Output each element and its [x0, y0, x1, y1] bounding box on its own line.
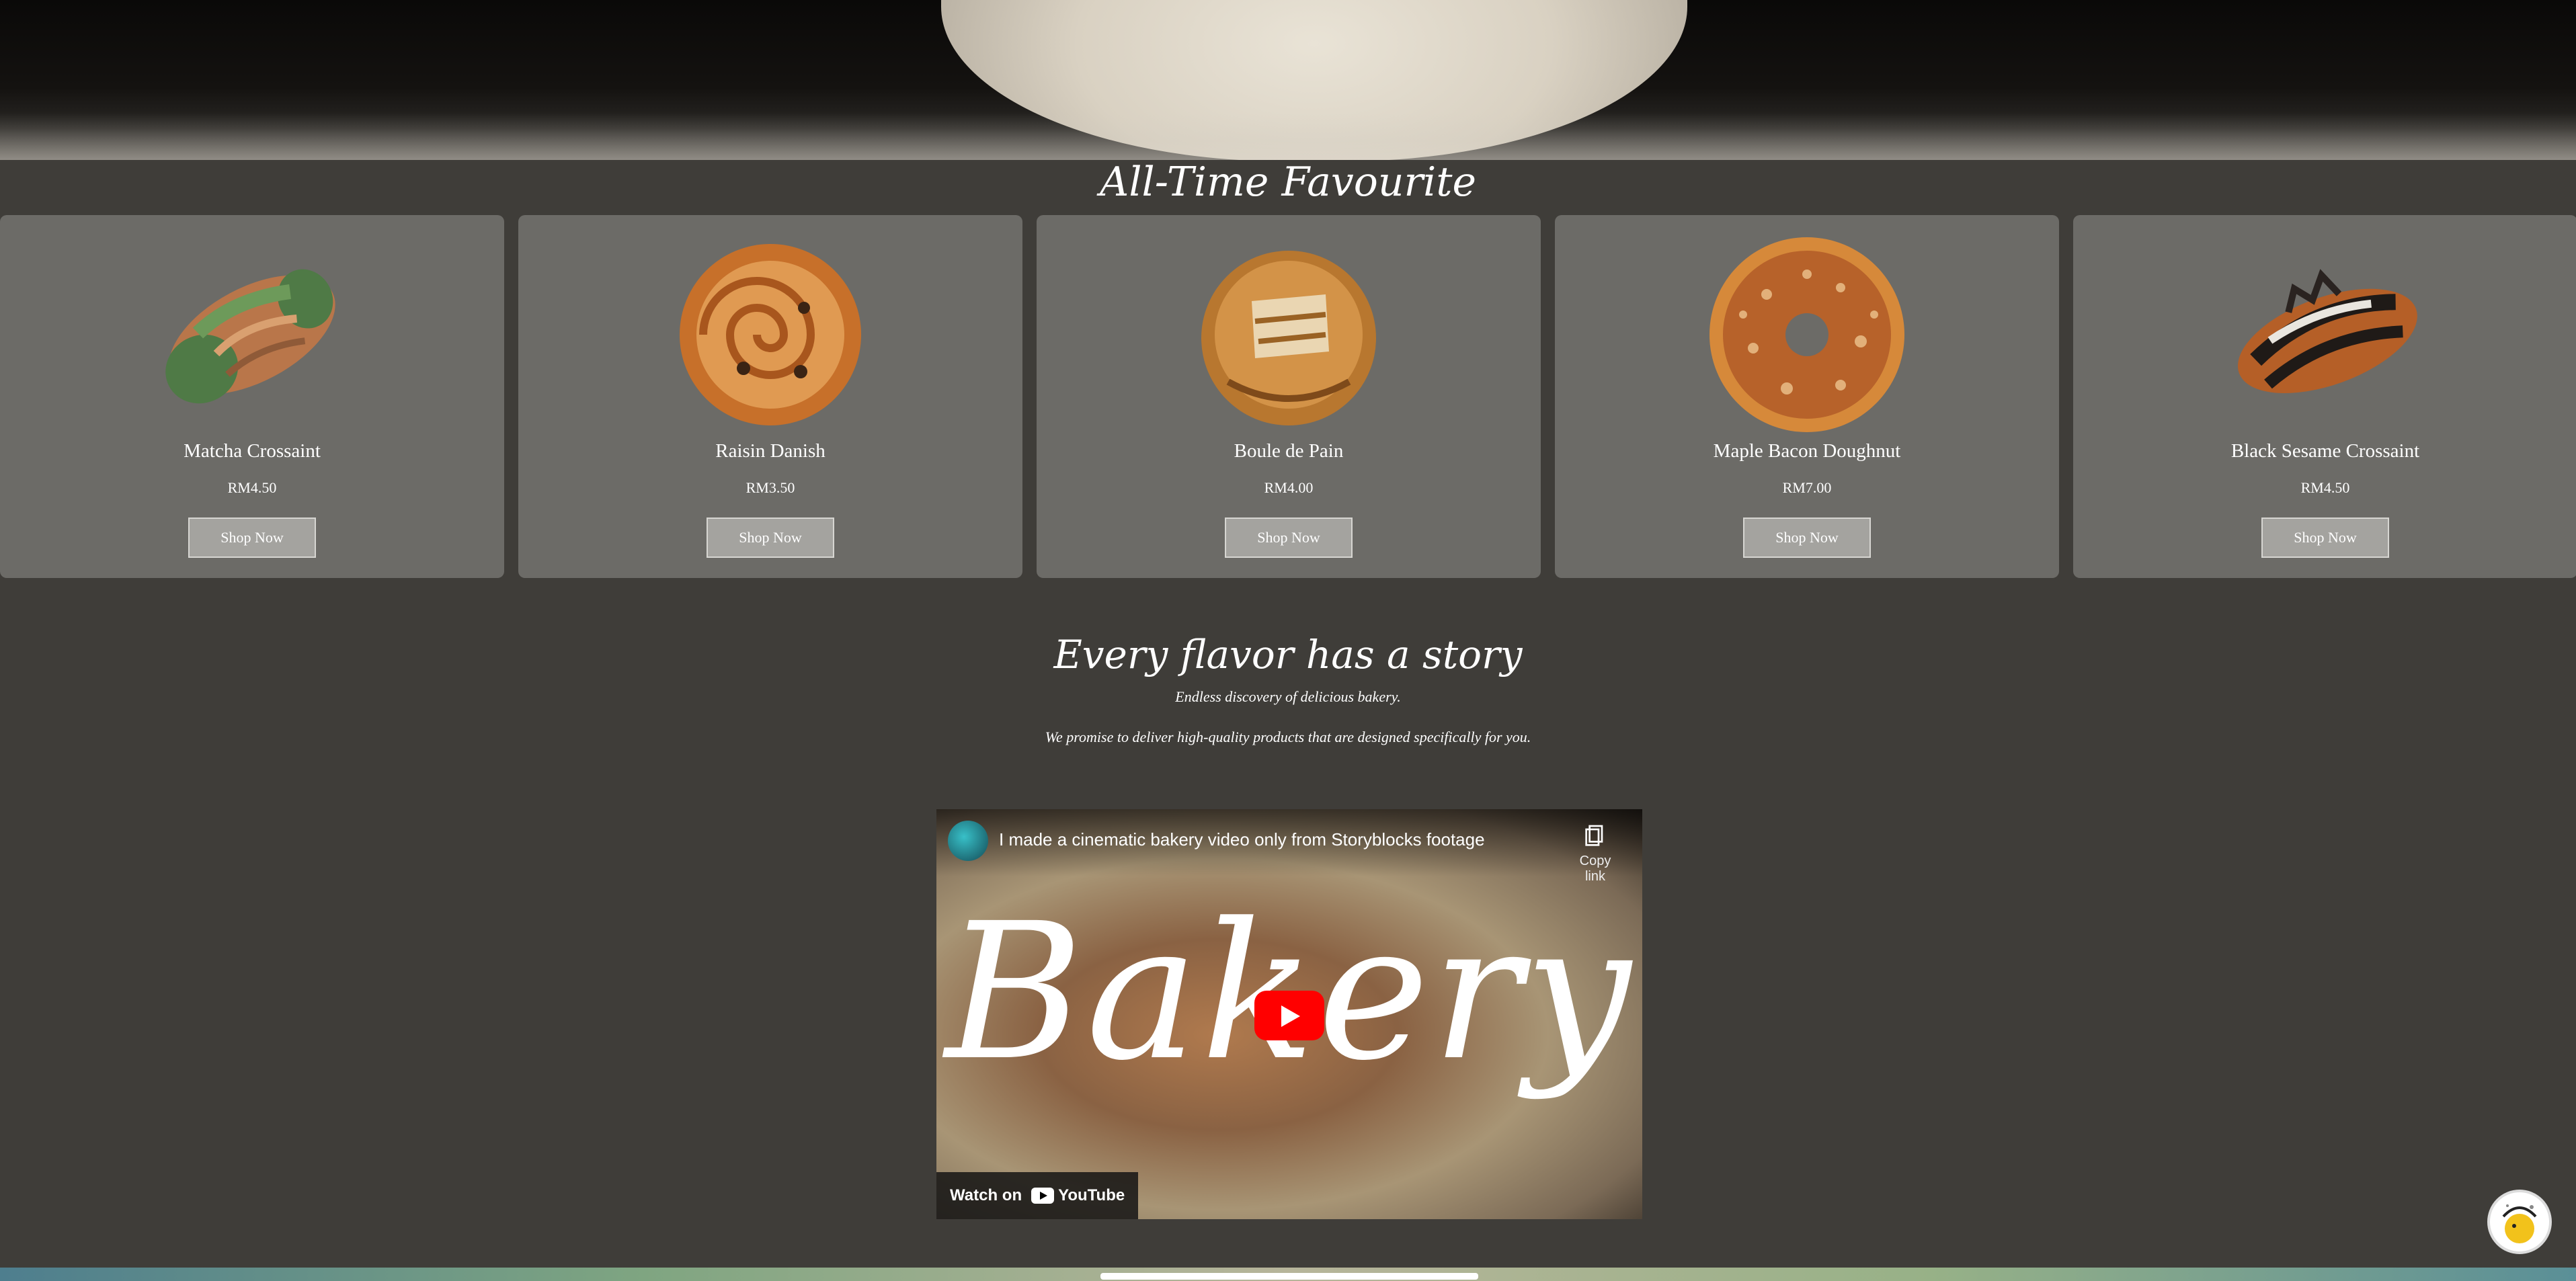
product-name: Maple Bacon Doughnut	[1713, 440, 1901, 462]
product-card: Boule de Pain RM4.00 Shop Now	[1037, 215, 1541, 578]
flour-surface	[0, 113, 2576, 160]
watch-on-youtube-button[interactable]: Watch on YouTube	[936, 1172, 1139, 1219]
product-name: Black Sesame Crossaint	[2230, 440, 2420, 462]
story-title: Every flavor has a story	[1053, 632, 1523, 677]
raisin-danish-image	[680, 244, 861, 425]
youtube-logo: YouTube	[1031, 1186, 1125, 1205]
product-price: RM3.50	[746, 479, 795, 496]
story-tagline: Endless discovery of delicious bakery.	[1175, 688, 1401, 705]
product-name: Boule de Pain	[1234, 440, 1344, 462]
boule-bread-image	[1201, 251, 1376, 425]
product-price: RM4.50	[2300, 479, 2350, 496]
play-icon	[1281, 1005, 1300, 1027]
play-button[interactable]	[1254, 991, 1324, 1040]
shop-now-button[interactable]: Shop Now	[188, 518, 316, 558]
black-sesame-croissant-image	[2237, 269, 2417, 394]
shop-now-button[interactable]: Shop Now	[1743, 518, 1871, 558]
product-price: RM7.00	[1782, 479, 1832, 496]
doughnut-image	[1709, 237, 1904, 432]
copy-icon	[1585, 825, 1603, 846]
product-card: Raisin Danish RM3.50 Shop Now	[518, 215, 1022, 578]
chat-mascot-icon	[2502, 1204, 2537, 1243]
product-list: Matcha Crossaint RM4.50 Shop Now Raisin …	[0, 215, 2576, 578]
youtube-icon	[1031, 1188, 1055, 1204]
story-promise: We promise to deliver high-quality produ…	[1045, 729, 1531, 745]
product-name: Matcha Crossaint	[184, 440, 321, 462]
shop-now-button[interactable]: Shop Now	[2261, 518, 2389, 558]
map-embed[interactable]	[0, 1268, 2576, 1281]
copy-link-button[interactable]: Copy link	[1568, 823, 1622, 884]
video-title[interactable]: I made a cinematic bakery video only fro…	[999, 829, 1485, 850]
hero-banner	[0, 0, 2576, 160]
watch-on-label: Watch on	[950, 1186, 1022, 1204]
product-card: Maple Bacon Doughnut RM7.00 Shop Now	[1555, 215, 2059, 578]
channel-avatar[interactable]	[948, 821, 988, 861]
matcha-croissant-image	[165, 269, 335, 404]
shop-now-button[interactable]: Shop Now	[707, 518, 834, 558]
copy-link-label: Copy link	[1579, 854, 1611, 884]
product-name: Raisin Danish	[715, 440, 826, 462]
product-price: RM4.00	[1264, 479, 1314, 496]
chat-widget-button[interactable]	[2487, 1190, 2552, 1254]
youtube-label: YouTube	[1058, 1186, 1125, 1204]
youtube-video-embed[interactable]: I made a cinematic bakery video only fro…	[936, 809, 1642, 1219]
product-card: Matcha Crossaint RM4.50 Shop Now	[0, 215, 504, 578]
favourites-title: All-Time Favourite	[1099, 159, 1476, 206]
map-overlay-bar	[1100, 1273, 1478, 1280]
product-price: RM4.50	[227, 479, 277, 496]
shop-now-button[interactable]: Shop Now	[1225, 518, 1353, 558]
product-card: Black Sesame Crossaint RM4.50 Shop Now	[2073, 215, 2576, 578]
